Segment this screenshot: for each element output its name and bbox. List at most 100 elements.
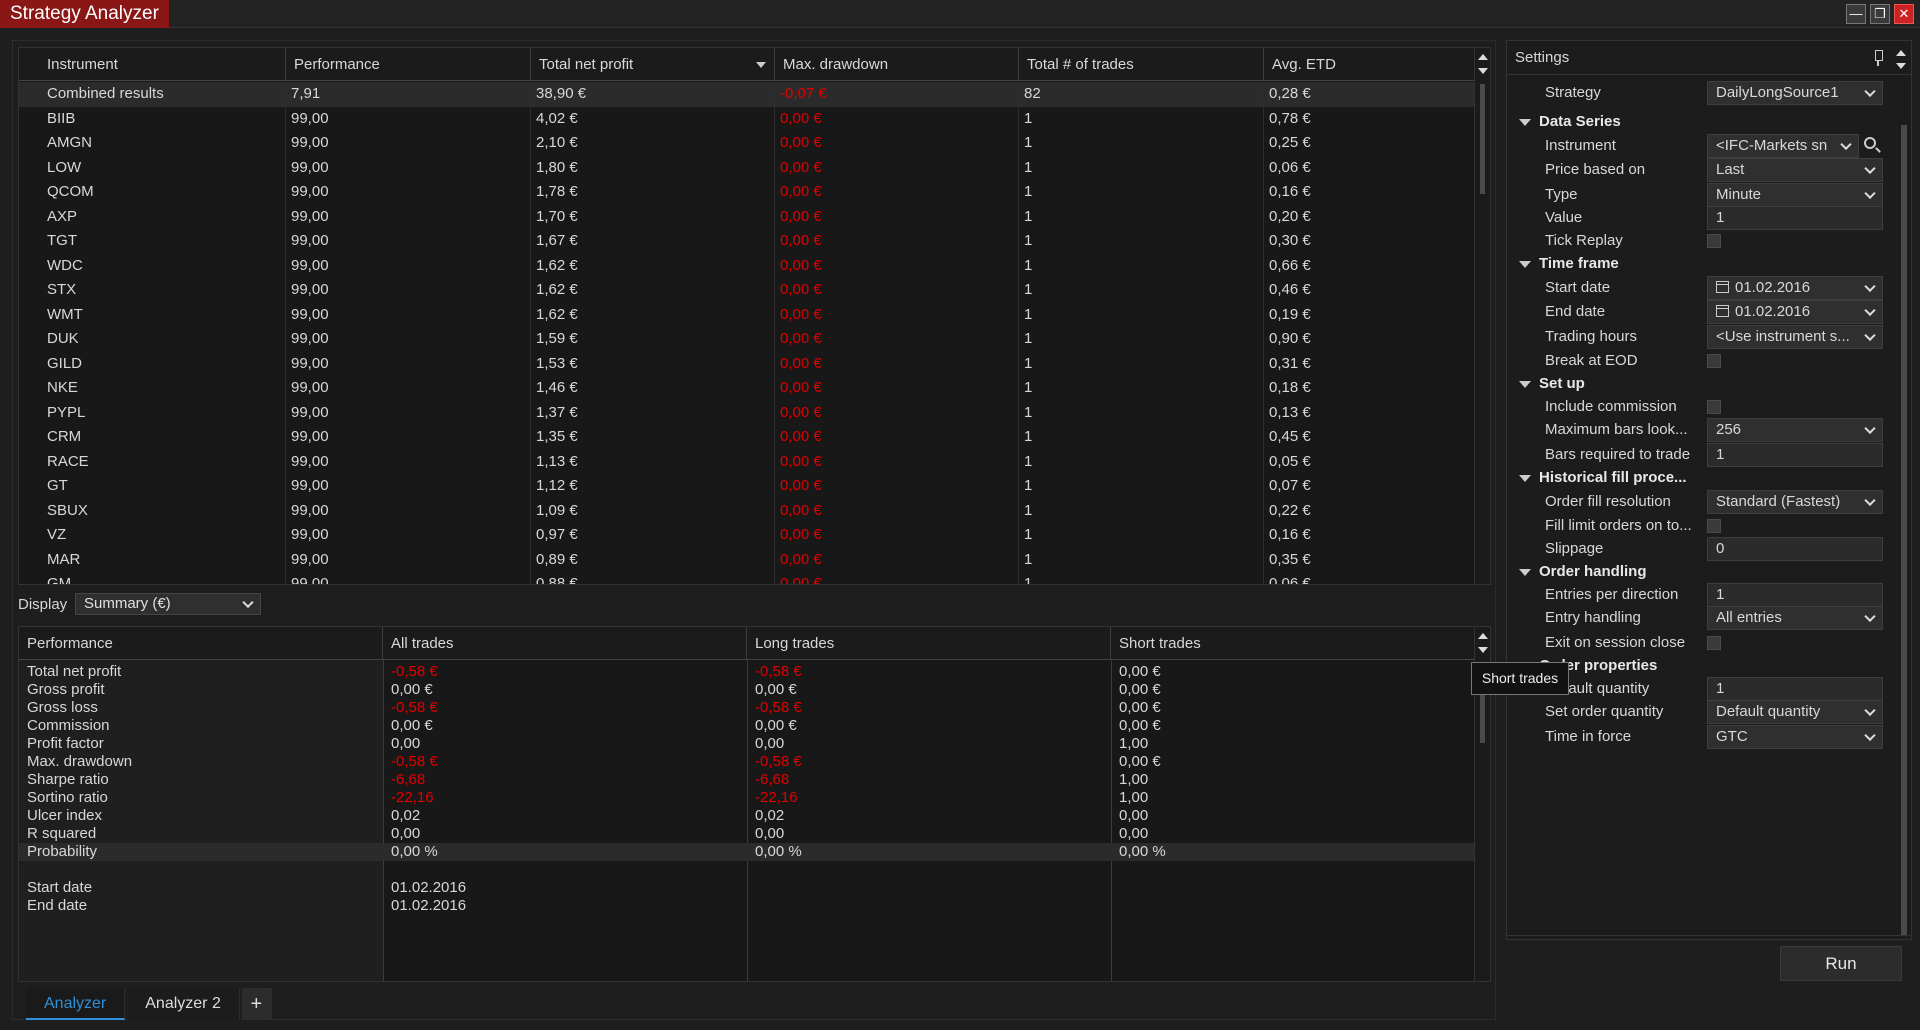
- add-tab-button[interactable]: +: [241, 988, 272, 1020]
- table-row[interactable]: GM 99,00 0,88 €0,00 €1 0,06 €: [19, 572, 1475, 584]
- setting-dropdown[interactable]: Minute: [1707, 183, 1883, 207]
- table-cell: 0,35 €: [1264, 547, 1475, 572]
- column-tooltip: Short trades: [1471, 662, 1569, 695]
- table-row[interactable]: VZ 99,00 0,97 €0,00 €1 0,16 €: [19, 523, 1475, 548]
- col-total-net-profit[interactable]: Total net profit: [531, 48, 775, 81]
- restore-button[interactable]: ❐: [1870, 4, 1890, 24]
- display-dropdown[interactable]: Summary (€): [75, 593, 261, 615]
- scroll-up-icon[interactable]: [1478, 54, 1488, 60]
- setting-input[interactable]: 0: [1707, 537, 1883, 561]
- table-cell: 0,06 €: [1264, 572, 1475, 584]
- checkbox[interactable]: [1707, 636, 1721, 650]
- table-cell: 99,00: [286, 278, 531, 303]
- collapse-triangle-icon[interactable]: [1519, 119, 1531, 126]
- checkbox[interactable]: [1707, 234, 1721, 248]
- setting-dropdown[interactable]: Default quantity: [1707, 700, 1883, 724]
- scroll-thumb[interactable]: [1480, 84, 1485, 194]
- setting-input[interactable]: 1: [1707, 443, 1883, 467]
- performance-cell: 0,00 %: [755, 843, 802, 860]
- settings-scrollbar[interactable]: [1901, 125, 1907, 935]
- table-row[interactable]: AXP 99,00 1,70 €0,00 €1 0,20 €: [19, 204, 1475, 229]
- tab-analyzer[interactable]: Analyzer: [26, 988, 126, 1020]
- checkbox[interactable]: [1707, 354, 1721, 368]
- table-row[interactable]: GT 99,00 1,12 €0,00 €1 0,07 €: [19, 474, 1475, 499]
- setting-dropdown[interactable]: <Use instrument s...: [1707, 325, 1883, 349]
- col-all-trades[interactable]: All trades: [383, 627, 747, 660]
- setting-input[interactable]: 1: [1707, 677, 1883, 701]
- setting-exit-on-session-close: Exit on session close: [1507, 631, 1897, 655]
- collapse-triangle-icon[interactable]: [1519, 261, 1531, 268]
- collapse-triangle-icon[interactable]: [1519, 569, 1531, 576]
- col-max-drawdown[interactable]: Max. drawdown: [775, 48, 1019, 81]
- setting-input[interactable]: 1: [1707, 583, 1883, 607]
- setting-dropdown[interactable]: All entries: [1707, 606, 1883, 630]
- performance-row: Sortino ratio -22,16 -22,16 1,00: [19, 789, 1475, 807]
- minimize-button[interactable]: —: [1846, 4, 1866, 24]
- search-icon[interactable]: [1864, 137, 1876, 149]
- combined-results-row[interactable]: Combined results 7,91 38,90 € -0,07 €82 0,28…: [19, 82, 1475, 107]
- table-row[interactable]: AMGN 99,00 2,10 €0,00 €1 0,25 €: [19, 131, 1475, 156]
- table-cell: 0,19 €: [1264, 302, 1475, 327]
- col-performance[interactable]: Performance: [286, 48, 531, 81]
- collapse-triangle-icon[interactable]: [1519, 475, 1531, 482]
- col-total-trades[interactable]: Total # of trades: [1019, 48, 1264, 81]
- table-cell: 1: [1019, 327, 1264, 352]
- setting-dropdown[interactable]: DailyLongSource1: [1707, 81, 1883, 105]
- chevron-down-icon: [1864, 304, 1876, 317]
- table-row[interactable]: NKE 99,00 1,46 €0,00 €1 0,18 €: [19, 376, 1475, 401]
- scroll-down-icon[interactable]: [1478, 647, 1488, 653]
- checkbox[interactable]: [1707, 519, 1721, 533]
- table-row[interactable]: DUK 99,00 1,59 €0,00 €1 0,90 €: [19, 327, 1475, 352]
- table-row[interactable]: WMT 99,00 1,62 €0,00 €1 0,19 €: [19, 302, 1475, 327]
- col-avg-etd[interactable]: Avg. ETD: [1264, 48, 1475, 81]
- table-row[interactable]: QCOM 99,00 1,78 €0,00 €1 0,16 €: [19, 180, 1475, 205]
- checkbox[interactable]: [1707, 400, 1721, 414]
- table-row[interactable]: PYPL 99,00 1,37 €0,00 €1 0,13 €: [19, 400, 1475, 425]
- table-cell: 0,88 €: [531, 572, 775, 584]
- table-cell: 4,02 €: [531, 106, 775, 131]
- pin-icon[interactable]: [1873, 50, 1883, 66]
- table-cell: 0,25 €: [1264, 131, 1475, 156]
- chevron-down-icon: [1864, 162, 1876, 175]
- collapse-triangle-icon[interactable]: [1519, 381, 1531, 388]
- category-set-up[interactable]: Set up: [1507, 372, 1897, 396]
- category-historical-fill-proce[interactable]: Historical fill proce...: [1507, 466, 1897, 490]
- table-row[interactable]: WDC 99,00 1,62 €0,00 €1 0,66 €: [19, 253, 1475, 278]
- scroll-up-icon[interactable]: [1896, 50, 1906, 56]
- table-cell: 0,00 €: [775, 106, 1019, 131]
- setting-value: 0: [1716, 540, 1725, 557]
- run-button[interactable]: Run: [1780, 946, 1902, 981]
- col-perf-metric[interactable]: Performance: [19, 627, 383, 660]
- table-row[interactable]: STX 99,00 1,62 €0,00 €1 0,46 €: [19, 278, 1475, 303]
- table-row[interactable]: TGT 99,00 1,67 €0,00 €1 0,30 €: [19, 229, 1475, 254]
- results-scrollbar[interactable]: [1474, 48, 1490, 584]
- col-instrument[interactable]: Instrument: [19, 48, 286, 81]
- col-short-trades[interactable]: Short trades: [1111, 627, 1475, 660]
- setting-dropdown[interactable]: 01.02.2016: [1707, 300, 1883, 324]
- table-row[interactable]: RACE 99,00 1,13 €0,00 €1 0,05 €: [19, 449, 1475, 474]
- setting-dropdown[interactable]: <IFC-Markets sn: [1707, 134, 1859, 158]
- category-order-handling[interactable]: Order handling: [1507, 560, 1897, 584]
- setting-dropdown[interactable]: 256: [1707, 418, 1883, 442]
- table-row[interactable]: BIIB 99,00 4,02 €0,00 €1 0,78 €: [19, 106, 1475, 131]
- table-row[interactable]: SBUX 99,00 1,09 €0,00 €1 0,22 €: [19, 498, 1475, 523]
- scroll-down-icon[interactable]: [1896, 63, 1906, 69]
- table-row[interactable]: CRM 99,00 1,35 €0,00 €1 0,45 €: [19, 425, 1475, 450]
- table-row[interactable]: GILD 99,00 1,53 €0,00 €1 0,31 €: [19, 351, 1475, 376]
- table-cell: 1,70 €: [531, 204, 775, 229]
- setting-dropdown[interactable]: Last: [1707, 158, 1883, 182]
- category-time-frame[interactable]: Time frame: [1507, 252, 1897, 276]
- close-button[interactable]: ✕: [1894, 4, 1914, 24]
- setting-input[interactable]: 1: [1707, 206, 1883, 230]
- scroll-down-icon[interactable]: [1478, 68, 1488, 74]
- category-data-series[interactable]: Data Series: [1507, 110, 1897, 134]
- tab-analyzer-2[interactable]: Analyzer 2: [127, 988, 240, 1020]
- setting-dropdown[interactable]: 01.02.2016: [1707, 276, 1883, 300]
- scroll-up-icon[interactable]: [1478, 633, 1488, 639]
- table-row[interactable]: LOW 99,00 1,80 €0,00 €1 0,06 €: [19, 155, 1475, 180]
- table-cell: 0,45 €: [1264, 425, 1475, 450]
- setting-dropdown[interactable]: GTC: [1707, 725, 1883, 749]
- setting-dropdown[interactable]: Standard (Fastest): [1707, 490, 1883, 514]
- col-long-trades[interactable]: Long trades: [747, 627, 1111, 660]
- table-row[interactable]: MAR 99,00 0,89 €0,00 €1 0,35 €: [19, 547, 1475, 572]
